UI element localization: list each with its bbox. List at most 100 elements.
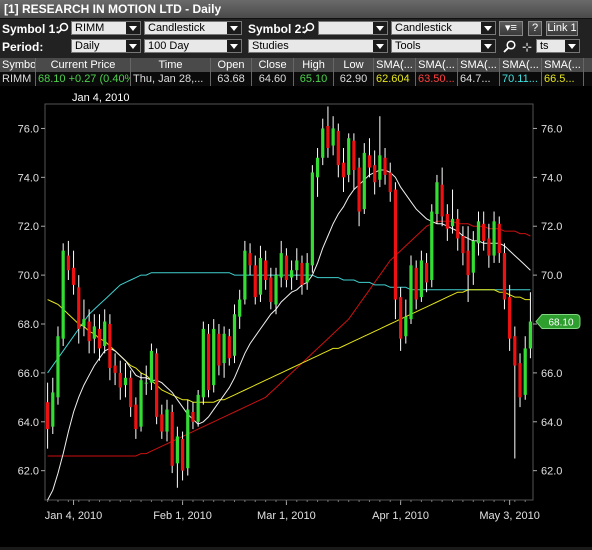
candle-up xyxy=(409,265,413,320)
chart-type1-select[interactable]: Candlestick xyxy=(144,21,242,35)
period-value: Daily xyxy=(75,40,100,52)
candle-up xyxy=(165,409,169,432)
candle-down xyxy=(66,255,70,271)
header-symbol[interactable]: Symbol xyxy=(0,58,36,72)
y-tick-label-right: 70.0 xyxy=(541,270,562,282)
chart-type2-select[interactable]: Candlestick xyxy=(391,21,496,35)
extra-select[interactable]: ts xyxy=(536,39,580,53)
y-tick-label-right: 76.0 xyxy=(541,123,562,135)
candle-up xyxy=(175,436,179,464)
chevron-down-icon[interactable] xyxy=(373,22,387,34)
chevron-down-icon[interactable] xyxy=(565,40,579,52)
candle-down xyxy=(357,167,361,212)
candle-up xyxy=(82,319,86,327)
header-sma2[interactable]: SMA(... xyxy=(416,58,458,72)
price-chart-svg[interactable]: 62.062.064.064.066.066.068.068.070.070.0… xyxy=(0,86,592,547)
chevron-down-icon[interactable] xyxy=(227,40,241,52)
candle-down xyxy=(508,297,512,339)
candle-up xyxy=(419,260,423,298)
header-time[interactable]: Time xyxy=(131,58,211,72)
row-close: 64.60 xyxy=(252,72,294,86)
quote-row[interactable]: RIMM 68.10 +0.27 (0.40%) Thu, Jan 28,...… xyxy=(0,72,592,86)
range-select[interactable]: 100 Day xyxy=(144,39,242,53)
chevron-down-icon[interactable] xyxy=(126,22,140,34)
candle-up xyxy=(528,321,533,349)
candle-up xyxy=(186,409,190,469)
candle-down xyxy=(445,214,449,229)
header-high[interactable]: High xyxy=(294,58,334,72)
y-tick-label-right: 66.0 xyxy=(541,368,562,380)
header-sma3[interactable]: SMA(... xyxy=(458,58,500,72)
chevron-down-icon[interactable] xyxy=(227,22,241,34)
y-tick-label-right: 64.0 xyxy=(541,417,562,429)
window-titlebar[interactable]: [1] RESEARCH IN MOTION LTD - Daily xyxy=(0,0,592,19)
header-low[interactable]: Low xyxy=(334,58,374,72)
candle-down xyxy=(113,365,117,373)
price-chart[interactable]: 62.062.064.064.066.066.068.068.070.070.0… xyxy=(0,86,592,547)
row-low: 62.90 xyxy=(334,72,374,86)
candle-up xyxy=(347,138,351,175)
link-button[interactable]: Link 1 xyxy=(546,21,578,36)
row-time: Thu, Jan 28,... xyxy=(131,72,211,86)
period-toolbar: Period: Daily 100 Day Studies Tools ⊹ ts xyxy=(0,38,592,56)
candle-up xyxy=(92,326,96,339)
header-current-price[interactable]: Current Price xyxy=(36,58,131,72)
candle-up xyxy=(149,350,154,383)
chevron-down-icon[interactable] xyxy=(481,40,495,52)
candle-down xyxy=(71,267,76,285)
candle-up xyxy=(310,172,314,266)
studies-select[interactable]: Studies xyxy=(248,39,388,53)
candle-up xyxy=(289,270,294,278)
studies-value: Studies xyxy=(252,40,289,52)
candle-down xyxy=(87,321,91,342)
row-current-price: 68.10 +0.27 (0.40%) xyxy=(36,72,131,86)
candle-down xyxy=(108,324,112,368)
symbol1-input[interactable]: RIMM xyxy=(71,21,141,35)
candle-down xyxy=(155,353,159,417)
candle-down xyxy=(414,267,418,300)
candle-down xyxy=(373,165,377,183)
candle-down xyxy=(440,184,444,217)
candle-up xyxy=(305,262,309,283)
candle-up xyxy=(523,348,527,395)
quote-table-header: Symbol Current Price Time Open Close Hig… xyxy=(0,58,592,72)
header-sma5[interactable]: SMA(... xyxy=(542,58,584,72)
chevron-down-icon[interactable] xyxy=(126,40,140,52)
chevron-down-icon[interactable] xyxy=(373,40,387,52)
row-sma5: 66.5... xyxy=(542,72,584,86)
header-sma4[interactable]: SMA(... xyxy=(500,58,542,72)
candle-up xyxy=(222,333,226,364)
y-tick-label-left: 74.0 xyxy=(18,172,39,184)
zoom-in-icon[interactable] xyxy=(502,40,516,54)
candle-up xyxy=(315,157,320,178)
x-tick-label: Apr 1, 2010 xyxy=(372,510,429,522)
period-select[interactable]: Daily xyxy=(71,39,141,53)
tools-select[interactable]: Tools xyxy=(391,39,496,53)
search-icon[interactable] xyxy=(56,22,70,36)
candle-up xyxy=(56,336,60,398)
candle-up xyxy=(378,155,382,180)
candle-down xyxy=(134,404,138,430)
header-open[interactable]: Open xyxy=(211,58,252,72)
candle-down xyxy=(424,262,429,283)
candle-up xyxy=(238,299,242,317)
symbol2-input[interactable] xyxy=(318,21,388,35)
candle-down xyxy=(77,287,81,329)
candle-down xyxy=(367,155,372,168)
candle-down xyxy=(482,223,486,241)
last-price-badge: 68.10 xyxy=(535,314,581,330)
help-button[interactable]: ? xyxy=(528,21,542,36)
chart-window: [1] RESEARCH IN MOTION LTD - Daily Symbo… xyxy=(0,0,592,547)
candle-down xyxy=(300,262,304,285)
candle-up xyxy=(435,182,439,214)
chevron-down-icon[interactable] xyxy=(481,22,495,34)
header-close[interactable]: Close xyxy=(252,58,294,72)
menu-button[interactable]: ▾≡ xyxy=(499,21,523,36)
candle-up xyxy=(279,253,283,278)
crosshair-icon[interactable]: ⊹ xyxy=(520,40,534,54)
y-tick-label-left: 76.0 xyxy=(18,123,39,135)
search-icon[interactable] xyxy=(302,22,316,36)
header-sma1[interactable]: SMA(... xyxy=(374,58,416,72)
period-label: Period: xyxy=(2,40,44,54)
candle-up xyxy=(201,328,205,398)
